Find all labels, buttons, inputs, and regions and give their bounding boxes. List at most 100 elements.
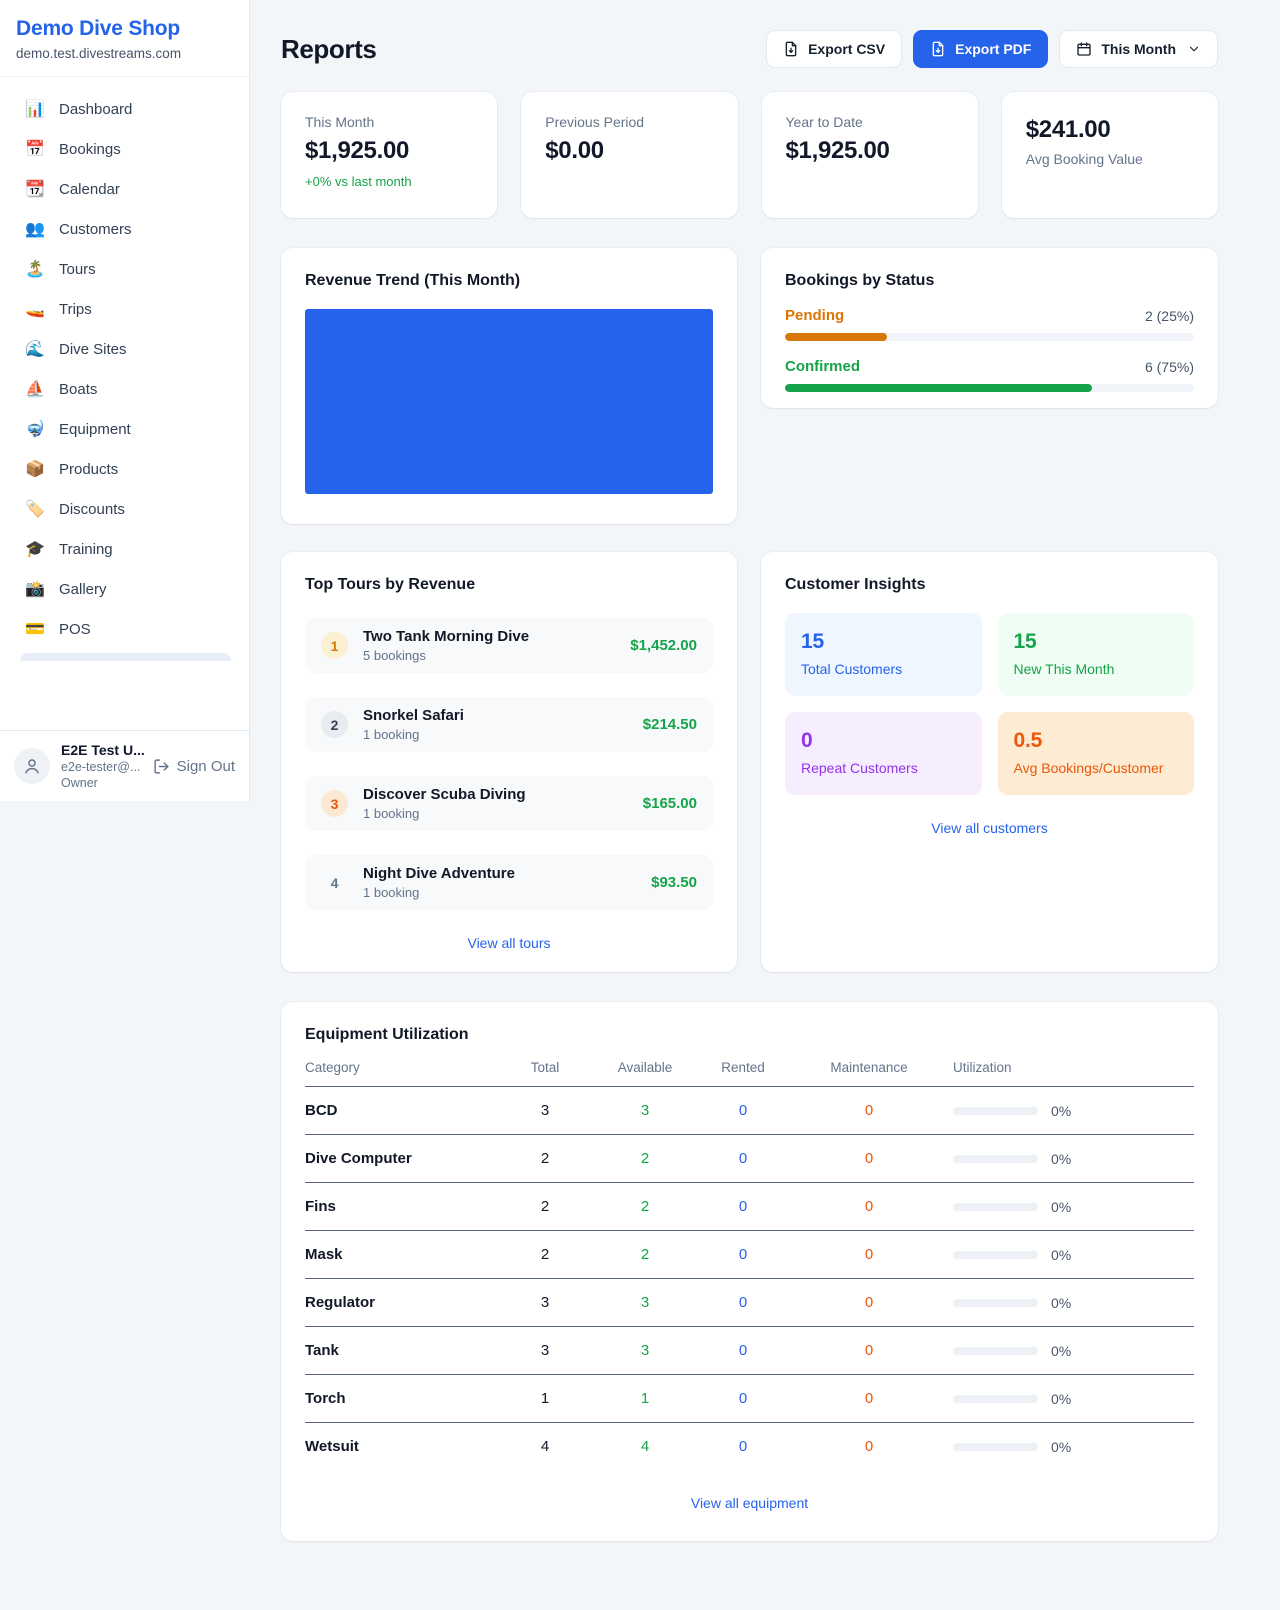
table-row: Torch 1 1 0 0 0%	[305, 1375, 1194, 1423]
sidebar-item-products[interactable]: 📦 Products	[12, 450, 237, 490]
sidebar-item-training[interactable]: 🎓 Training	[12, 530, 237, 570]
equipment-rented: 0	[695, 1390, 791, 1407]
rank-badge: 1	[321, 632, 348, 659]
view-all-customers-link[interactable]: View all customers	[785, 820, 1194, 836]
utilization-label: 0%	[1051, 1151, 1071, 1167]
status-bar-fill	[785, 384, 1092, 392]
sidebar-nav: 📊 Dashboard 📅 Bookings 📆 Calendar 👥 Cust…	[0, 77, 249, 730]
equipment-available: 4	[595, 1438, 695, 1455]
table-row: Regulator 3 3 0 0 0%	[305, 1279, 1194, 1327]
equipment-utilization-card: Equipment Utilization Category Total Ava…	[281, 1002, 1218, 1541]
col-category: Category	[305, 1060, 495, 1075]
sidebar-item-label: Dashboard	[59, 100, 132, 120]
rank-badge: 2	[321, 711, 348, 738]
equipment-available: 2	[595, 1150, 695, 1167]
stat-card-avg-booking-value: $241.00 Avg Booking Value	[1002, 92, 1218, 218]
equipment-utilization-cell: 0%	[947, 1343, 1194, 1359]
utilization-label: 0%	[1051, 1391, 1071, 1407]
wave-icon: 🌊	[24, 340, 46, 360]
sidebar: Demo Dive Shop demo.test.divestreams.com…	[0, 0, 250, 801]
stats-row: This Month $1,925.00 +0% vs last month P…	[281, 92, 1218, 218]
equipment-maintenance: 0	[791, 1246, 947, 1263]
sidebar-item-calendar[interactable]: 📆 Calendar	[12, 170, 237, 210]
equipment-category: Regulator	[305, 1294, 495, 1311]
period-select[interactable]: This Month	[1059, 30, 1218, 68]
sidebar-item-label: Gallery	[59, 580, 107, 600]
equipment-available: 2	[595, 1198, 695, 1215]
sidebar-item-label: Boats	[59, 380, 97, 400]
sidebar-item-discounts[interactable]: 🏷️ Discounts	[12, 490, 237, 530]
shop-domain: demo.test.divestreams.com	[16, 46, 233, 61]
utilization-label: 0%	[1051, 1439, 1071, 1455]
tile-label: New This Month	[1014, 661, 1179, 677]
stat-value: $1,925.00	[305, 137, 473, 165]
tile-value: 15	[1014, 630, 1179, 654]
sidebar-item-label: Calendar	[59, 180, 120, 200]
sailboat-icon: ⛵	[24, 380, 46, 400]
island-icon: 🏝️	[24, 260, 46, 280]
status-count: 2 (25%)	[1145, 308, 1194, 324]
equipment-total: 2	[495, 1246, 595, 1263]
equipment-total: 4	[495, 1438, 595, 1455]
utilization-label: 0%	[1051, 1295, 1071, 1311]
tour-row[interactable]: 3 Discover Scuba Diving 1 booking $165.0…	[305, 776, 713, 831]
tile-label: Total Customers	[801, 661, 966, 677]
bar-chart-icon: 📊	[24, 100, 46, 120]
revenue-trend-chart	[305, 309, 713, 494]
sidebar-item-bookings[interactable]: 📅 Bookings	[12, 130, 237, 170]
sidebar-item-label: Customers	[59, 220, 132, 240]
tour-row[interactable]: 2 Snorkel Safari 1 booking $214.50	[305, 697, 713, 752]
export-csv-button[interactable]: Export CSV	[766, 30, 902, 68]
col-rented: Rented	[695, 1060, 791, 1075]
stat-value: $0.00	[545, 137, 713, 165]
tour-row[interactable]: 4 Night Dive Adventure 1 booking $93.50	[305, 855, 713, 910]
sidebar-item-dashboard[interactable]: 📊 Dashboard	[12, 90, 237, 130]
col-maintenance: Maintenance	[791, 1060, 947, 1075]
col-utilization: Utilization	[947, 1060, 1194, 1075]
tour-name: Discover Scuba Diving	[363, 786, 628, 803]
equipment-category: Fins	[305, 1198, 495, 1215]
tile-value: 0.5	[1014, 729, 1179, 753]
sidebar-item-boats[interactable]: ⛵ Boats	[12, 370, 237, 410]
equipment-available: 3	[595, 1342, 695, 1359]
chevron-down-icon	[1187, 42, 1201, 56]
tile-value: 0	[801, 729, 966, 753]
export-csv-label: Export CSV	[808, 41, 885, 57]
equipment-total: 3	[495, 1342, 595, 1359]
sidebar-item-label: Products	[59, 460, 118, 480]
tile-avg-bookings-customer: 0.5 Avg Bookings/Customer	[998, 712, 1195, 795]
sidebar-item-tours[interactable]: 🏝️ Tours	[12, 250, 237, 290]
sidebar-item-label: Equipment	[59, 420, 131, 440]
col-available: Available	[595, 1060, 695, 1075]
sidebar-item-pos[interactable]: 💳 POS	[12, 610, 237, 650]
tour-revenue: $93.50	[651, 874, 697, 891]
view-all-equipment-link[interactable]: View all equipment	[305, 1495, 1194, 1511]
equipment-category: Dive Computer	[305, 1150, 495, 1167]
tour-row[interactable]: 1 Two Tank Morning Dive 5 bookings $1,45…	[305, 618, 713, 673]
equipment-category: BCD	[305, 1102, 495, 1119]
view-all-tours-link[interactable]: View all tours	[305, 935, 713, 951]
status-row-confirmed: Confirmed 6 (75%)	[785, 358, 1194, 392]
equipment-utilization-cell: 0%	[947, 1199, 1194, 1215]
shop-name: Demo Dive Shop	[16, 17, 233, 41]
sidebar-item-dive-sites[interactable]: 🌊 Dive Sites	[12, 330, 237, 370]
sidebar-item-trips[interactable]: 🚤 Trips	[12, 290, 237, 330]
equipment-rented: 0	[695, 1246, 791, 1263]
sign-out-button[interactable]: Sign Out	[153, 758, 235, 775]
equipment-available: 1	[595, 1390, 695, 1407]
tile-value: 15	[801, 630, 966, 654]
equipment-total: 1	[495, 1390, 595, 1407]
rank-badge: 3	[321, 790, 348, 817]
export-pdf-button[interactable]: Export PDF	[913, 30, 1048, 68]
equipment-available: 3	[595, 1294, 695, 1311]
user-email: e2e-tester@...	[61, 760, 142, 774]
stat-card-year-to-date: Year to Date $1,925.00	[762, 92, 978, 218]
table-row: BCD 3 3 0 0 0%	[305, 1087, 1194, 1135]
sidebar-item-label: Tours	[59, 260, 96, 280]
sidebar-item-equipment[interactable]: 🤿 Equipment	[12, 410, 237, 450]
sidebar-item-customers[interactable]: 👥 Customers	[12, 210, 237, 250]
equipment-available: 2	[595, 1246, 695, 1263]
sidebar-item-gallery[interactable]: 📸 Gallery	[12, 570, 237, 610]
graduation-cap-icon: 🎓	[24, 540, 46, 560]
sidebar-item-reports-partial[interactable]	[20, 653, 231, 661]
